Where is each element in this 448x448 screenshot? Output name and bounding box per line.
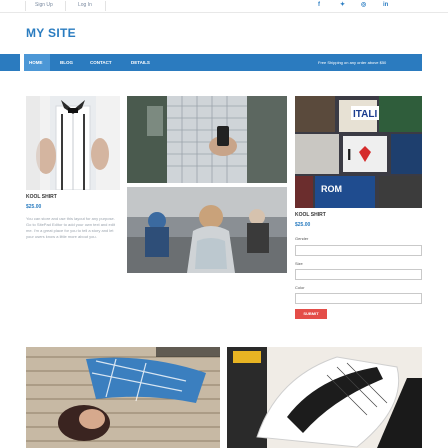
gallery-image-sneakers[interactable] — [227, 347, 422, 448]
top-bar — [0, 0, 448, 13]
nav-accent — [0, 54, 20, 71]
product-price: $25.00 — [295, 222, 311, 228]
nav-item-blog[interactable]: BLOG — [60, 59, 73, 66]
svg-text:ITALI: ITALI — [353, 109, 377, 120]
twitter-icon[interactable]: ✦ — [340, 2, 345, 9]
product-title[interactable]: KOOL SHIRT — [295, 212, 326, 218]
product-image-souvenir-shirts[interactable]: ITALI I ROM — [295, 96, 422, 208]
nav-item-home[interactable]: HOME — [29, 59, 43, 66]
top-divider — [105, 1, 106, 11]
svg-text:I: I — [347, 147, 351, 164]
product-description: You can store and use this layout for an… — [26, 216, 115, 239]
svg-text:ROM: ROM — [321, 184, 342, 194]
color-label: Color — [295, 285, 305, 290]
nav-item-contact[interactable]: CONTACT — [90, 59, 112, 66]
product-image-plaid-phone[interactable] — [127, 96, 287, 183]
gender-select[interactable] — [295, 245, 422, 256]
top-divider — [25, 1, 26, 11]
promo-text: Free Shipping on any order above $50 — [318, 60, 387, 65]
product-title[interactable]: KOOL SHIRT — [26, 194, 57, 200]
gender-label: Gender — [295, 236, 309, 241]
submit-button[interactable]: SUBMIT — [295, 309, 327, 319]
top-divider — [65, 1, 66, 11]
color-select[interactable] — [295, 293, 422, 304]
nav-item-details[interactable]: DETAILS — [131, 59, 150, 66]
facebook-icon[interactable]: f — [318, 2, 320, 9]
login-link[interactable]: Log In — [78, 2, 92, 9]
product-image-shirt-suspenders[interactable] — [26, 96, 120, 190]
site-title[interactable]: MY SITE — [26, 26, 76, 40]
size-label: Size — [295, 261, 303, 266]
linkedin-icon[interactable]: in — [383, 2, 388, 9]
product-price: $25.00 — [26, 204, 42, 210]
gallery-image-woman-lying[interactable] — [26, 347, 220, 448]
instagram-icon[interactable]: ◎ — [361, 2, 366, 9]
product-image-street-backpack[interactable] — [127, 187, 287, 273]
signup-link[interactable]: Sign Up — [35, 2, 53, 9]
size-select[interactable] — [295, 269, 422, 280]
